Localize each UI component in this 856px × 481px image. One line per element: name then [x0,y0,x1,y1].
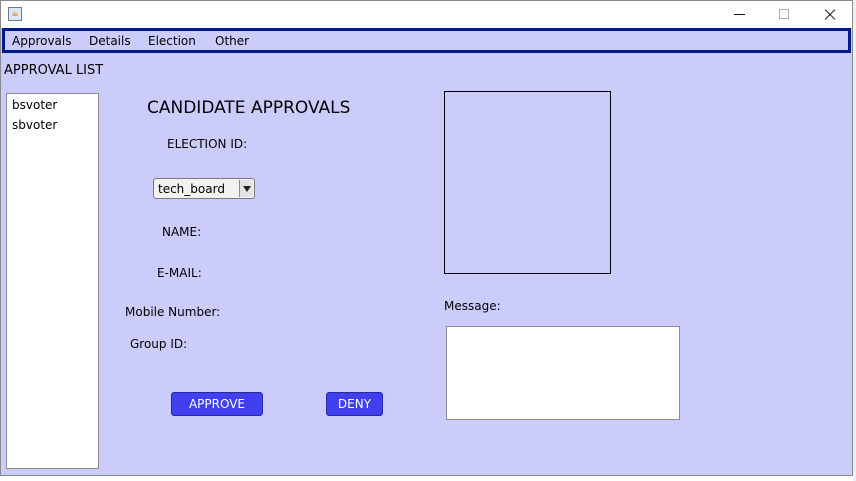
menu-election[interactable]: Election [148,34,196,48]
menu-approvals[interactable]: Approvals [12,34,72,48]
page-title: CANDIDATE APPROVALS [147,98,351,118]
list-item-bsvoter[interactable]: bsvoter [12,98,57,112]
menu-bar: Approvals Details Election Other [2,28,851,53]
maximize-icon [779,9,789,19]
list-item-sbvoter[interactable]: sbvoter [12,118,57,132]
approve-button[interactable]: APPROVE [171,392,263,416]
approval-list[interactable]: bsvoter sbvoter [6,93,99,469]
java-app-icon: ☕ [8,7,22,21]
app-window: ☕ Approvals Details Election Other APPRO… [0,0,853,476]
minimize-button[interactable] [716,1,762,28]
election-id-label: ELECTION ID: [167,137,248,151]
message-label: Message: [444,299,501,313]
approval-list-title: APPROVAL LIST [4,63,104,78]
candidate-photo-box [444,91,611,274]
menu-details[interactable]: Details [89,34,131,48]
message-textarea[interactable] [446,326,680,420]
maximize-button[interactable] [762,1,808,28]
chevron-down-icon[interactable] [239,180,253,197]
election-id-select-value: tech_board [158,182,225,196]
menu-other[interactable]: Other [215,34,249,48]
title-bar: ☕ [1,1,852,28]
email-label: E-MAIL: [157,266,202,280]
deny-button[interactable]: DENY [326,392,383,416]
minimize-icon [734,14,745,15]
election-id-select[interactable]: tech_board [153,178,255,199]
group-id-label: Group ID: [130,337,188,351]
close-button[interactable] [807,1,853,28]
mobile-number-label: Mobile Number: [125,305,221,319]
name-label: NAME: [162,225,202,239]
